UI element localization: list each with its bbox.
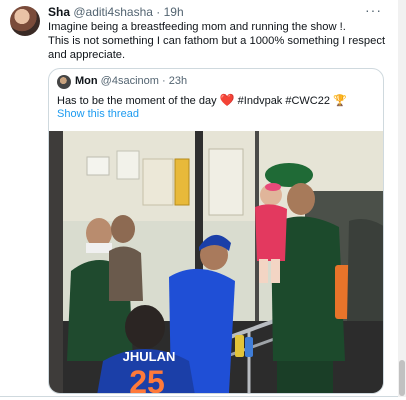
author-name[interactable]: Sha [48, 5, 70, 19]
tweet-photo[interactable]: JHULAN 25 [49, 131, 384, 394]
separator-dot: · [156, 5, 161, 19]
quoted-author-handle[interactable]: @4sacinom [101, 75, 159, 87]
quoted-tweet-text: Has to be the moment of the day ❤️ #Indv… [57, 93, 347, 107]
tweet-card[interactable]: Sha @aditi4shasha · 19h ··· Imagine bein… [0, 0, 398, 397]
quoted-separator-dot: · [161, 75, 166, 87]
quoted-hashtags[interactable]: #Indvpak #CWC22 [235, 95, 333, 107]
tweet-timestamp[interactable]: 19h [164, 5, 184, 19]
quoted-author-name[interactable]: Mon [75, 75, 98, 87]
show-thread-link[interactable]: Show this thread [57, 108, 139, 120]
trophy-emoji-icon: 🏆 [333, 95, 347, 107]
quoted-author-avatar[interactable] [57, 75, 71, 89]
author-avatar[interactable] [10, 6, 40, 36]
tweet-text-line-1: Imagine being a breastfeeding mom and ru… [48, 21, 346, 33]
scrollbar-thumb[interactable] [399, 360, 405, 396]
tweet-header: Sha @aditi4shasha · 19h [48, 5, 184, 19]
author-handle[interactable]: @aditi4shasha [73, 5, 153, 19]
jersey-number: 25 [129, 364, 165, 394]
scrollbar-track[interactable] [398, 0, 406, 397]
quoted-timestamp[interactable]: 23h [169, 75, 187, 87]
tweet-text: Imagine being a breastfeeding mom and ru… [48, 20, 388, 62]
more-options-icon[interactable]: ··· [365, 2, 382, 18]
tweet-text-line-2: This is not something I can fathom but a… [48, 35, 386, 61]
jersey-name: JHULAN [123, 349, 176, 364]
quoted-text-start: Has to be the moment of the day [57, 95, 220, 107]
quoted-tweet[interactable]: Mon @4sacinom · 23h Has to be the moment… [48, 68, 384, 394]
quoted-tweet-header: Mon @4sacinom · 23h [75, 75, 187, 87]
heart-emoji-icon: ❤️ [219, 93, 235, 107]
